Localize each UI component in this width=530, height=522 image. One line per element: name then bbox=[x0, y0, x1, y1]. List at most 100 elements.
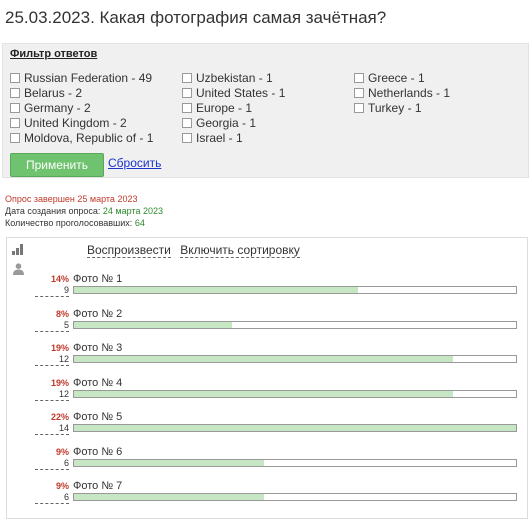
result-percent: 9% bbox=[55, 446, 69, 457]
results-actions: Воспроизвести Включить сортировку bbox=[87, 243, 306, 258]
result-percent: 19% bbox=[50, 343, 69, 353]
checkbox[interactable] bbox=[10, 117, 20, 128]
filter-option[interactable]: Russian Federation - 49 bbox=[10, 70, 153, 85]
result-row: 19% Фото № 4 12 bbox=[7, 376, 527, 412]
result-row: 9% Фото № 7 6 bbox=[7, 480, 527, 515]
filter-option-label: United States - 1 bbox=[196, 85, 286, 100]
filter-option[interactable]: Israel - 1 bbox=[182, 130, 285, 145]
result-label: Фото № 6 bbox=[73, 445, 123, 458]
filter-option-label: Europe - 1 bbox=[196, 100, 253, 115]
poll-created-text: Дата создания опроса: 24 марта 2023 bbox=[5, 206, 163, 216]
checkbox[interactable] bbox=[182, 117, 192, 128]
filter-option-label: Belarus - 2 bbox=[24, 85, 83, 100]
voters-label: Количество проголосовавших: bbox=[5, 218, 133, 228]
created-label: Дата создания опроса: bbox=[5, 206, 101, 216]
result-row: 9% Фото № 6 6 bbox=[7, 445, 527, 481]
result-bar-fill bbox=[74, 356, 453, 362]
result-bar-fill bbox=[74, 287, 359, 293]
result-row: 22% Фото № 5 14 bbox=[7, 411, 527, 446]
play-link[interactable]: Воспроизвести bbox=[87, 243, 171, 258]
result-label: Фото № 1 bbox=[73, 273, 123, 285]
result-count: 6 bbox=[35, 458, 69, 470]
filter-option-label: Netherlands - 1 bbox=[368, 85, 451, 100]
checkbox[interactable] bbox=[354, 72, 364, 83]
voters-count-text: Количество проголосовавших: 64 bbox=[5, 218, 145, 228]
checkbox[interactable] bbox=[10, 132, 20, 143]
filter-option-label: United Kingdom - 2 bbox=[24, 115, 127, 130]
checkbox[interactable] bbox=[10, 72, 20, 83]
filter-option-label: Moldova, Republic of - 1 bbox=[24, 130, 154, 145]
result-percent: 8% bbox=[55, 308, 69, 319]
checkbox[interactable] bbox=[10, 87, 20, 98]
filter-column-1: Russian Federation - 49 Belarus - 2 German… bbox=[10, 70, 153, 145]
checkbox[interactable] bbox=[354, 102, 364, 113]
result-bar bbox=[73, 458, 517, 467]
result-row: 19% Фото № 3 12 bbox=[7, 342, 527, 377]
result-bar bbox=[73, 286, 517, 294]
result-bar bbox=[73, 493, 517, 501]
result-percent: 9% bbox=[55, 481, 69, 491]
result-count: 12 bbox=[35, 389, 69, 401]
result-bar-fill bbox=[74, 494, 264, 500]
apply-button[interactable]: Применить bbox=[10, 153, 104, 177]
filter-option-label: Israel - 1 bbox=[196, 130, 243, 145]
answer-filter-panel: Фильтр ответов Russian Federation - 49 Be… bbox=[2, 43, 529, 178]
filter-option[interactable]: Belarus - 2 bbox=[10, 85, 153, 100]
results-panel: Воспроизвести Включить сортировку 14% Фот… bbox=[6, 237, 528, 519]
created-value: 24 марта 2023 bbox=[102, 206, 163, 216]
voters-value: 64 bbox=[134, 218, 145, 228]
result-bar bbox=[73, 355, 517, 363]
checkbox[interactable] bbox=[182, 72, 192, 83]
filter-option[interactable]: Germany - 2 bbox=[10, 100, 153, 115]
result-count: 6 bbox=[35, 492, 69, 504]
filter-option[interactable]: Uzbekistan - 1 bbox=[182, 70, 285, 85]
filter-option[interactable]: United Kingdom - 2 bbox=[10, 115, 153, 130]
filter-column-3: Greece - 1 Netherlands - 1 Turkey - 1 bbox=[354, 70, 450, 115]
result-bar bbox=[73, 320, 517, 329]
result-label: Фото № 5 bbox=[73, 411, 123, 423]
checkbox[interactable] bbox=[182, 87, 192, 98]
result-count: 14 bbox=[35, 423, 69, 435]
result-bar-fill bbox=[74, 390, 453, 397]
result-bar-fill bbox=[74, 425, 516, 431]
filter-title: Фильтр ответов bbox=[10, 48, 98, 60]
filter-option-label: Uzbekistan - 1 bbox=[196, 70, 273, 85]
filter-option[interactable]: Netherlands - 1 bbox=[354, 85, 450, 100]
filter-option-label: Greece - 1 bbox=[368, 70, 425, 85]
result-percent: 14% bbox=[50, 274, 69, 284]
result-row: 14% Фото № 1 9 bbox=[7, 273, 527, 308]
result-label: Фото № 4 bbox=[73, 376, 123, 389]
reset-link[interactable]: Сбросить bbox=[108, 156, 161, 170]
result-count: 5 bbox=[35, 320, 69, 332]
poll-closed-text: Опрос завершен 25 марта 2023 bbox=[5, 194, 138, 204]
result-label: Фото № 3 bbox=[73, 342, 123, 354]
result-label: Фото № 7 bbox=[73, 480, 123, 492]
result-label: Фото № 2 bbox=[73, 307, 123, 320]
sort-link[interactable]: Включить сортировку bbox=[180, 243, 300, 258]
result-bar-fill bbox=[74, 321, 232, 328]
checkbox[interactable] bbox=[182, 102, 192, 113]
filter-option-label: Turkey - 1 bbox=[368, 100, 422, 115]
filter-option[interactable]: Turkey - 1 bbox=[354, 100, 450, 115]
bar-chart-icon[interactable] bbox=[11, 242, 25, 256]
checkbox[interactable] bbox=[182, 132, 192, 143]
result-bar-fill bbox=[74, 459, 264, 466]
filter-option[interactable]: Moldova, Republic of - 1 bbox=[10, 130, 153, 145]
result-row: 8% Фото № 2 5 bbox=[7, 307, 527, 343]
filter-option[interactable]: Greece - 1 bbox=[354, 70, 450, 85]
filter-option-label: Russian Federation - 49 bbox=[24, 70, 153, 85]
filter-option[interactable]: Europe - 1 bbox=[182, 100, 285, 115]
result-percent: 19% bbox=[50, 377, 69, 388]
checkbox[interactable] bbox=[354, 87, 364, 98]
filter-option[interactable]: United States - 1 bbox=[182, 85, 285, 100]
page-title: 25.03.2023. Какая фотография самая зачёт… bbox=[5, 8, 387, 27]
result-percent: 22% bbox=[50, 412, 69, 422]
filter-option-label: Germany - 2 bbox=[24, 100, 91, 115]
filter-column-2: Uzbekistan - 1 United States - 1 Europe - … bbox=[182, 70, 285, 145]
checkbox[interactable] bbox=[10, 102, 20, 113]
result-bar bbox=[73, 424, 517, 432]
result-count: 9 bbox=[35, 285, 69, 297]
result-bar bbox=[73, 389, 517, 398]
filter-option[interactable]: Georgia - 1 bbox=[182, 115, 285, 130]
result-count: 12 bbox=[35, 354, 69, 366]
